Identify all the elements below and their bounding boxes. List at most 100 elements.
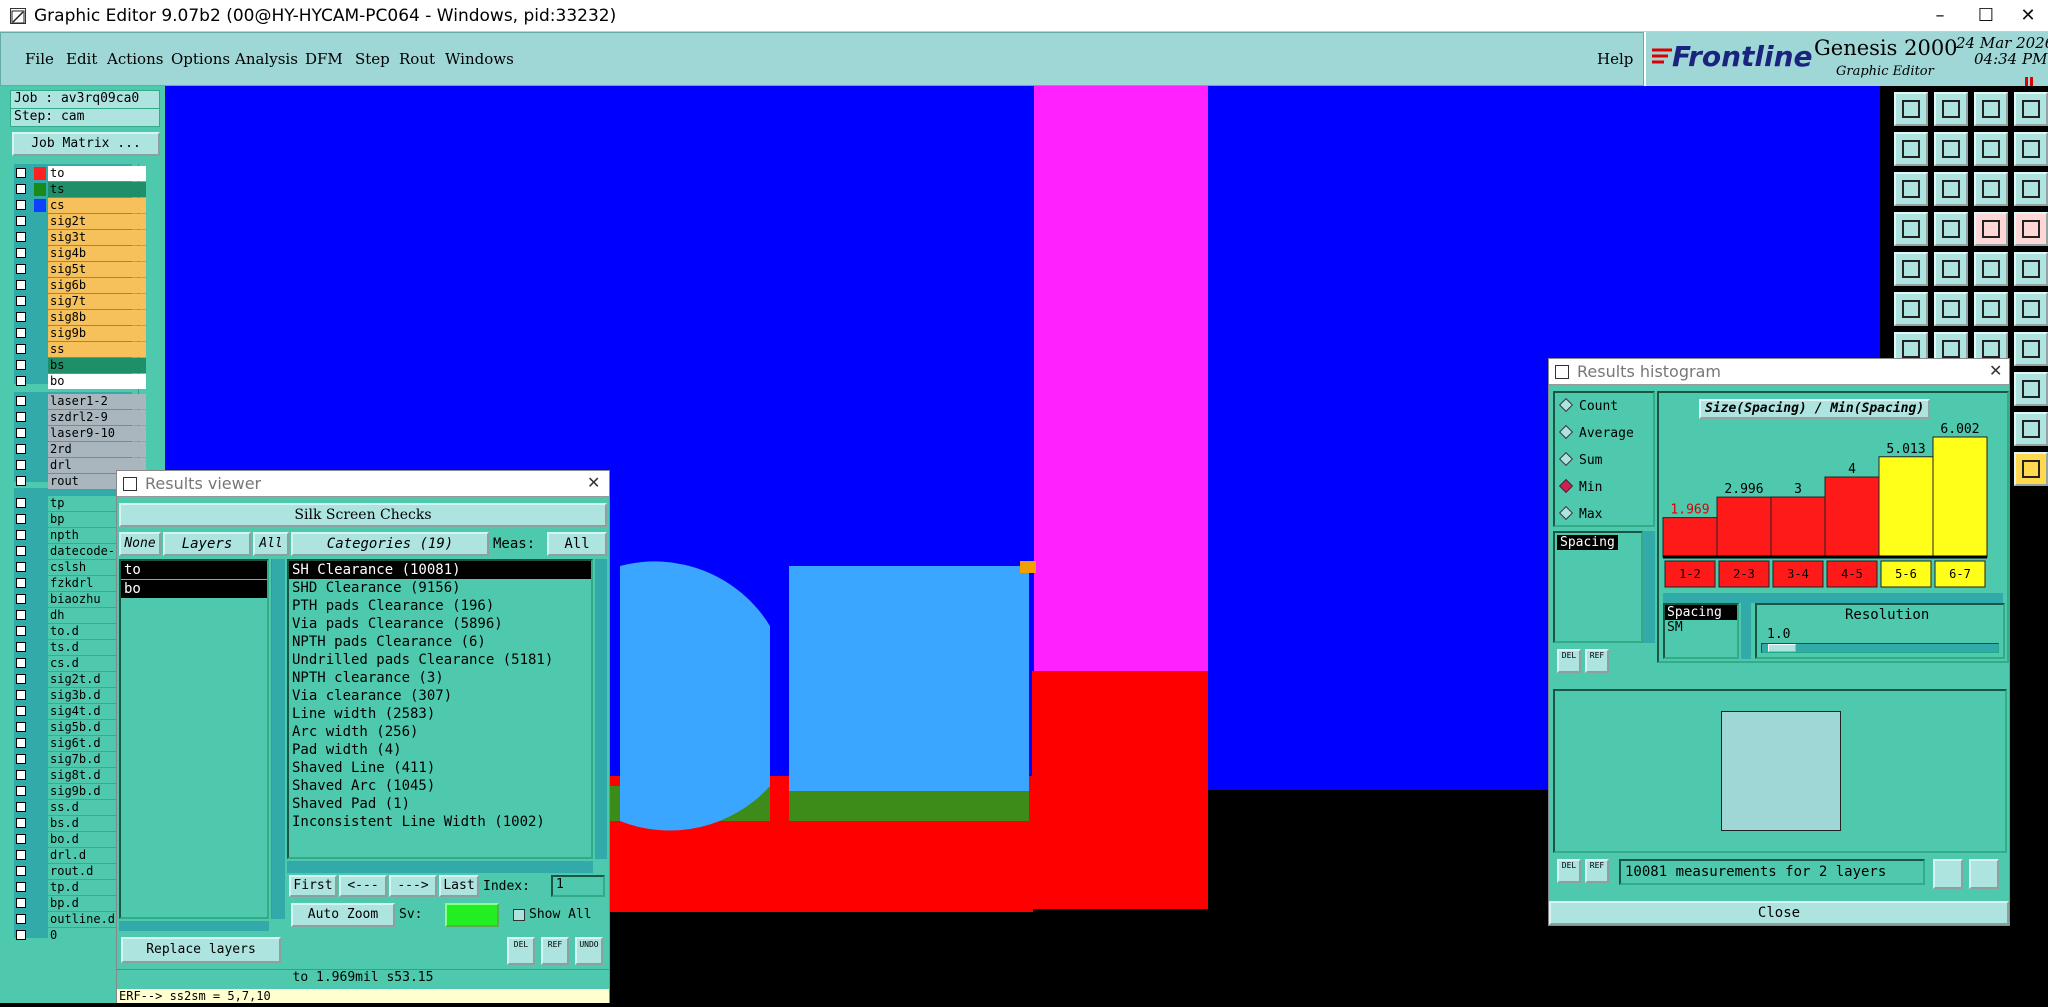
layer-checkbox[interactable] (16, 514, 26, 524)
layer-checkbox[interactable] (16, 866, 26, 876)
tool-grid-icon[interactable] (2014, 92, 2048, 126)
category-item[interactable]: PTH pads Clearance (196) (289, 597, 591, 615)
layer-checkbox[interactable] (16, 360, 26, 370)
layer-row[interactable]: sig3t (14, 230, 146, 245)
layer-row[interactable]: fzkdrl (14, 576, 146, 591)
layer-checkbox[interactable] (16, 786, 26, 796)
menu-analysis[interactable]: Analysis (235, 50, 298, 68)
spacing-sm-list[interactable]: Spacing SM (1663, 603, 1739, 659)
layer-row[interactable]: rout (14, 474, 146, 489)
layer-row[interactable]: cs.d (14, 656, 146, 671)
layer-row[interactable]: ss.d (14, 800, 146, 815)
tool-line2-icon[interactable] (2014, 292, 2048, 326)
layer-checkbox[interactable] (16, 312, 26, 322)
histogram-hscroll[interactable] (1663, 593, 2003, 603)
layer-row[interactable]: sig9b.d (14, 784, 146, 799)
tool-warn-icon[interactable] (2014, 412, 2048, 446)
layer-checkbox[interactable] (16, 850, 26, 860)
result-layer-item[interactable]: to (121, 561, 267, 579)
menu-edit[interactable]: Edit (66, 50, 97, 68)
menu-windows[interactable]: Windows (445, 50, 514, 68)
menu-dfm[interactable]: DFM (305, 50, 343, 68)
layer-row[interactable]: sig4b (14, 246, 146, 261)
layer-checkbox[interactable] (16, 930, 26, 940)
layer-checkbox[interactable] (16, 738, 26, 748)
layer-row[interactable]: sig2t.d (14, 672, 146, 687)
tool-select-icon[interactable] (1894, 252, 1928, 286)
category-item[interactable]: SHD Clearance (9156) (289, 579, 591, 597)
bottom-ref-button[interactable]: REF (1585, 859, 1609, 883)
sv-color-select[interactable] (445, 903, 499, 927)
next-button[interactable]: ---> (389, 875, 437, 897)
minimize-icon[interactable]: – (1920, 4, 1960, 28)
layer-row[interactable]: ss (14, 342, 146, 357)
layer-row[interactable]: bo.d (14, 832, 146, 847)
none-button[interactable]: None (119, 532, 161, 556)
tool-redraw-icon[interactable] (1974, 132, 2008, 166)
histogram-close-icon[interactable]: ✕ (1989, 361, 2002, 380)
category-item[interactable]: Shaved Arc (1045) (289, 777, 591, 795)
item-list-scrollbar[interactable] (1643, 531, 1655, 643)
tool-help-icon[interactable] (2014, 172, 2048, 206)
layer-row[interactable]: laser1-2 (14, 394, 146, 409)
layer-checkbox[interactable] (16, 754, 26, 764)
layer-row[interactable]: dh (14, 608, 146, 623)
export-icon[interactable] (1933, 859, 1963, 889)
resolution-slider[interactable] (1761, 643, 1999, 653)
all-button[interactable]: All (253, 532, 289, 556)
measure-radio-max[interactable]: Max (1558, 505, 1602, 522)
layer-row[interactable]: biaozhu (14, 592, 146, 607)
tool-snap-icon[interactable] (1894, 92, 1928, 126)
histogram-bar[interactable] (1716, 496, 1772, 558)
layer-checkbox[interactable] (16, 914, 26, 924)
measure-radio-count[interactable]: Count (1558, 397, 1618, 414)
lower-list-scrollbar[interactable] (1741, 603, 1751, 659)
layer-checkbox[interactable] (16, 610, 26, 620)
results-viewer-close-icon[interactable]: ✕ (587, 473, 600, 492)
layer-row[interactable]: laser9-10 (14, 426, 146, 441)
categories-listbox[interactable]: SH Clearance (10081) SHD Clearance (9156)… (287, 559, 593, 859)
layer-row[interactable]: to (14, 166, 146, 181)
index-input[interactable]: 1 (551, 875, 605, 897)
tool-scale-icon[interactable] (1974, 172, 2008, 206)
layer-checkbox[interactable] (16, 770, 26, 780)
layer-row[interactable]: bs.d (14, 816, 146, 831)
first-button[interactable]: First (289, 875, 337, 897)
layer-checkbox[interactable] (16, 412, 26, 422)
category-item[interactable]: Undrilled pads Clearance (5181) (289, 651, 591, 669)
category-item[interactable]: Via clearance (307) (289, 687, 591, 705)
tool-edit-icon[interactable] (1934, 252, 1968, 286)
category-item[interactable]: Shaved Line (411) (289, 759, 591, 777)
categories-scrollbar[interactable] (595, 559, 607, 859)
layer-row[interactable]: 0 (14, 928, 146, 943)
category-item[interactable]: NPTH pads Clearance (6) (289, 633, 591, 651)
layer-checkbox[interactable] (16, 396, 26, 406)
layer-row[interactable]: bp (14, 512, 146, 527)
resolution-slider-handle[interactable] (1768, 644, 1796, 652)
layer-row[interactable]: szdrl2-9 (14, 410, 146, 425)
layer-checkbox[interactable] (16, 626, 26, 636)
tool-cross-icon[interactable] (1934, 292, 1968, 326)
category-item[interactable]: Inconsistent Line Width (1002) (289, 813, 591, 831)
undo-button[interactable]: UNDO (575, 937, 603, 965)
layer-checkbox[interactable] (16, 248, 26, 258)
replace-layers-select[interactable]: Replace layers (121, 937, 281, 963)
layer-checkbox[interactable] (16, 594, 26, 604)
category-item[interactable]: Line width (2583) (289, 705, 591, 723)
measure-radio-min[interactable]: Min (1558, 478, 1602, 495)
menu-options[interactable]: Options (171, 50, 230, 68)
layer-row[interactable]: bo (14, 374, 146, 389)
lower-list-sm[interactable]: SM (1665, 620, 1737, 635)
layer-checkbox[interactable] (16, 690, 26, 700)
layer-checkbox[interactable] (16, 444, 26, 454)
layer-row[interactable]: sig4t.d (14, 704, 146, 719)
layer-checkbox[interactable] (16, 498, 26, 508)
layer-row[interactable]: to.d (14, 624, 146, 639)
layers-hscroll[interactable] (119, 921, 269, 931)
layer-checkbox[interactable] (16, 722, 26, 732)
ref-button[interactable]: REF (541, 937, 569, 965)
category-item[interactable]: Arc width (256) (289, 723, 591, 741)
category-item[interactable]: NPTH clearance (3) (289, 669, 591, 687)
layer-row[interactable]: sig6t.d (14, 736, 146, 751)
tool-pin-icon[interactable] (1934, 212, 1968, 246)
